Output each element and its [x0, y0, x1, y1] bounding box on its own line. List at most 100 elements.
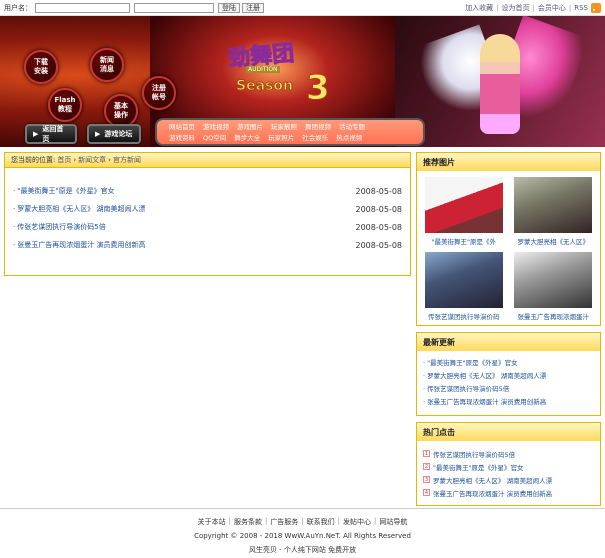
sidebar: 推荐图片 "最美街舞王"原是《外 罗蒙大胆亮相《无人区》 传张艺谋团执行导演价码…: [416, 152, 601, 512]
character-figure: [480, 34, 520, 134]
home-button-label: 返回首页: [42, 125, 64, 143]
menu-item-dance-steps[interactable]: 舞步大全: [234, 133, 260, 144]
photo-card[interactable]: "最美街舞王"原是《外: [423, 177, 505, 246]
list-item[interactable]: · 张曼玉广告再现浓烟蛋汁 演员费用创新高: [423, 396, 594, 409]
breadcrumb-official-news[interactable]: 官方新闻: [113, 155, 141, 165]
footer-link-terms[interactable]: 服务条款: [234, 517, 262, 527]
latest-updates-panel: 最新更新 · "最美街舞王"原是《外星》官女 · 罗蒙大胆亮相《无人区》 湖南美…: [416, 332, 601, 416]
article-link[interactable]: · 传张艺谋团执行导演价码5倍: [13, 222, 106, 232]
article-link[interactable]: · 张曼玉广告再现浓烟蛋汁 演员费用创新高: [13, 240, 145, 250]
footer-link-post-center[interactable]: 发帖中心: [343, 517, 371, 527]
member-center-link[interactable]: 会员中心: [538, 3, 566, 13]
menu-item-game-pictures[interactable]: 游戏图片: [237, 122, 263, 133]
article-date: 2008-05-08: [355, 240, 403, 250]
menu-item-entertainment[interactable]: 社会娱乐: [302, 133, 328, 144]
menu-item-hot-video[interactable]: 热点视频: [336, 133, 362, 144]
photo-card[interactable]: 传张艺谋团执行导演价码: [423, 252, 505, 321]
divider: |: [301, 517, 304, 525]
menu-item-player-photos[interactable]: 玩家靓照: [271, 122, 297, 133]
bullet-icon: ·: [13, 187, 16, 195]
rank-icon: 2: [423, 463, 430, 470]
bullet-icon: ·: [13, 205, 16, 213]
register-account-button[interactable]: 注册 帐号: [142, 76, 176, 110]
news-button[interactable]: 新闻 消息: [90, 48, 124, 82]
article-link[interactable]: · "最美街舞王"原是《外星》官女: [13, 186, 115, 196]
article-date: 2008-05-08: [355, 186, 403, 196]
logo-number-art: 3: [306, 68, 331, 109]
home-button[interactable]: ▶ 返回首页: [25, 124, 77, 144]
angel-character-art: [413, 16, 590, 144]
photo-card[interactable]: 罗蒙大胆亮相《无人区》: [513, 177, 595, 246]
rss-icon[interactable]: [591, 2, 601, 13]
copyright-text: Copyright © 2008 - 2018 WwW.AuYn.NeT. Al…: [194, 532, 411, 540]
photo-thumbnail[interactable]: [424, 252, 503, 308]
basic-operation-button[interactable]: 基本 操作: [104, 94, 138, 128]
article-date: 2008-05-08: [355, 204, 403, 214]
photo-grid: "最美街舞王"原是《外 罗蒙大胆亮相《无人区》 传张艺谋团执行导演价码 张曼玉广…: [417, 171, 600, 325]
footer-link-sitemap[interactable]: 网站导航: [379, 517, 407, 527]
menu-item-events[interactable]: 活动专题: [339, 122, 365, 133]
photo-thumbnail[interactable]: [514, 252, 593, 308]
rank-icon: 1: [423, 450, 430, 457]
download-install-button[interactable]: 下载 安装: [24, 50, 58, 84]
rank-icon: 3: [423, 476, 430, 483]
set-homepage-link[interactable]: 设为首页: [502, 3, 530, 13]
forum-button-label: 游戏论坛: [104, 130, 133, 138]
divider: |: [496, 3, 499, 12]
add-favorite-link[interactable]: 加入收藏: [465, 3, 493, 13]
menu-item-qq-space[interactable]: QQ空间: [203, 133, 226, 144]
breadcrumb-prefix: 您当前的位置:: [11, 156, 56, 164]
recommended-photos-title: 推荐图片: [417, 153, 600, 171]
username-label: 用户名：: [4, 3, 32, 12]
menu-item-dance-video[interactable]: 舞团视频: [305, 122, 331, 133]
rss-link[interactable]: RSS: [574, 4, 588, 12]
password-input[interactable]: [134, 2, 214, 13]
list-item[interactable]: · "最美街舞王"原是《外星》官女: [423, 357, 594, 370]
register-button[interactable]: 注册: [242, 2, 264, 13]
latest-updates-title: 最新更新: [417, 333, 600, 351]
list-item[interactable]: 1 传张艺谋团执行导演价码5倍: [423, 447, 594, 460]
photo-caption[interactable]: 传张艺谋团执行导演价码: [423, 311, 505, 321]
list-item[interactable]: 2 "最美街舞王"原是《外星》官女: [423, 460, 594, 473]
menu-item-game-video[interactable]: 游戏视频: [203, 122, 229, 133]
menu-row-1: 网站首页 游戏视频 游戏图片 玩家靓照 舞团视频 活动专题: [169, 122, 411, 133]
flash-tutorial-button[interactable]: Flash 教程: [48, 88, 82, 122]
article-link[interactable]: · 罗蒙大胆亮相《无人区》 湖南美超闹人漂: [13, 204, 145, 214]
list-item[interactable]: 4 张曼玉广告再现浓烟蛋汁 演员费用创新高: [423, 486, 594, 499]
username-input[interactable]: [35, 2, 130, 13]
hot-clicks-panel: 热门点击 1 传张艺谋团执行导演价码5倍 2 "最美街舞王"原是《外星》官女 3 罗蒙…: [416, 422, 601, 506]
breadcrumb-news[interactable]: 新闻文章: [78, 155, 106, 165]
article-column: 您当前的位置: 首页 › 新闻文章 › 官方新闻 · "最美街舞王"原是《外星》官…: [4, 152, 411, 276]
photo-caption[interactable]: "最美街舞王"原是《外: [423, 236, 505, 246]
top-right-links: 加入收藏 | 设为首页 | 会员中心 | RSS: [465, 2, 601, 13]
arrow-right-icon: ▶: [33, 130, 39, 138]
list-item[interactable]: 3 罗蒙大胆亮相《无人区》 湖南美超闹人漂: [423, 473, 594, 486]
divider: |: [568, 3, 572, 12]
footer-link-about[interactable]: 关于本站: [198, 517, 226, 527]
footer-links: 关于本站 | 服务条款 | 广告服务 | 联系我们 | 发帖中心 | 网站导航: [0, 517, 605, 527]
hot-clicks-title: 热门点击: [417, 423, 600, 441]
divider: |: [532, 3, 535, 12]
divider: |: [374, 517, 377, 525]
logo-season-art: Season: [236, 78, 294, 95]
bullet-icon: ·: [13, 223, 16, 231]
photo-caption[interactable]: 罗蒙大胆亮相《无人区》: [513, 236, 595, 246]
article-row: · 张曼玉广告再现浓烟蛋汁 演员费用创新高 2008-05-08: [13, 236, 402, 254]
login-button[interactable]: 登陆: [218, 2, 240, 13]
list-item[interactable]: · 罗蒙大胆亮相《无人区》 湖南美超闹人漂: [423, 370, 594, 383]
main-menu: 网站首页 游戏视频 游戏图片 玩家靓照 舞团视频 活动专题 游戏资料 QQ空间 …: [155, 118, 425, 146]
photo-thumbnail[interactable]: [424, 177, 503, 233]
breadcrumb-home[interactable]: 首页: [57, 155, 71, 165]
footer: 关于本站 | 服务条款 | 广告服务 | 联系我们 | 发帖中心 | 网站导航 Copyr…: [0, 508, 605, 558]
photo-caption[interactable]: 张曼玉广告再现浓烟蛋汁: [513, 311, 595, 321]
menu-item-game-data[interactable]: 游戏资料: [169, 133, 195, 144]
list-item[interactable]: · 传张艺谋团执行导演价码5倍: [423, 383, 594, 396]
photo-thumbnail[interactable]: [514, 177, 593, 233]
menu-item-player-pics[interactable]: 玩家照片: [268, 133, 294, 144]
menu-item-home[interactable]: 网站首页: [169, 122, 195, 133]
forum-button[interactable]: ▶ 游戏论坛: [87, 124, 141, 144]
photo-card[interactable]: 张曼玉广告再现浓烟蛋汁: [513, 252, 595, 321]
footer-link-contact[interactable]: 联系我们: [307, 517, 335, 527]
footer-link-ads[interactable]: 广告服务: [270, 517, 298, 527]
main-content: 您当前的位置: 首页 › 新闻文章 › 官方新闻 · "最美街舞王"原是《外星》官…: [0, 150, 605, 508]
